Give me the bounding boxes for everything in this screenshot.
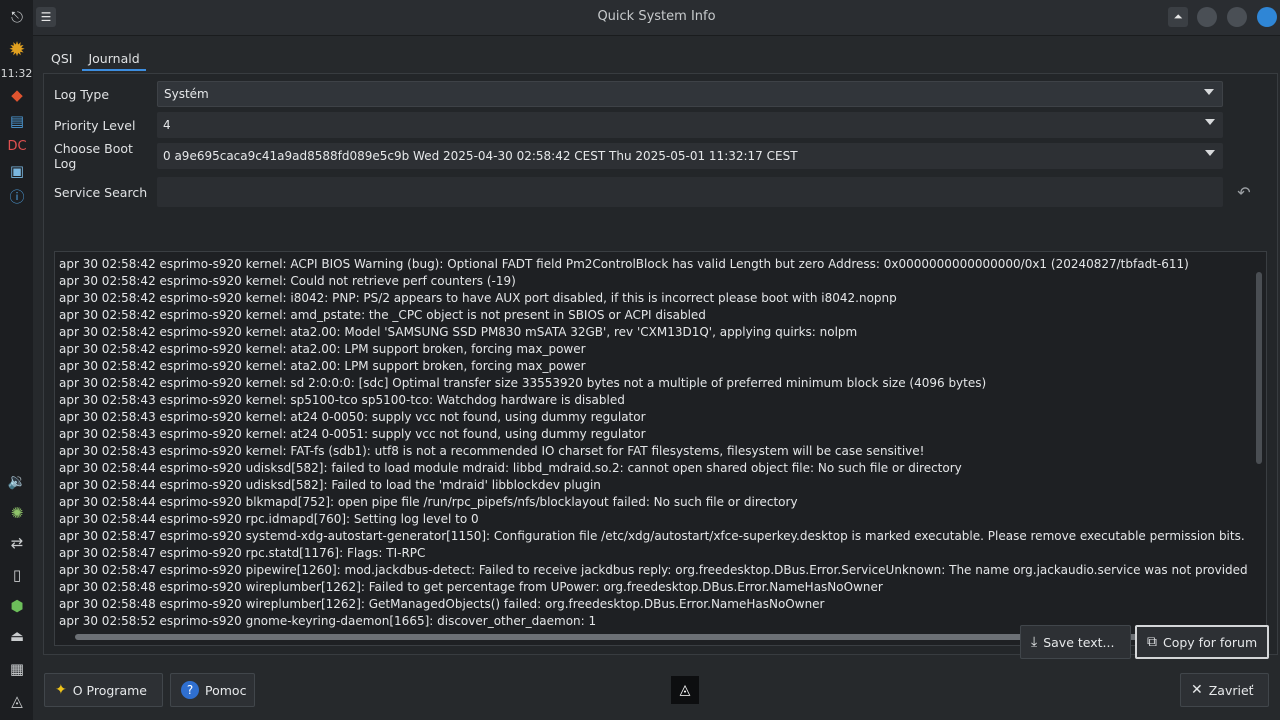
log-line: apr 30 02:58:42 esprimo-s920 kernel: sd … xyxy=(59,376,987,390)
log-line: apr 30 02:58:43 esprimo-s920 kernel: FAT… xyxy=(59,444,925,458)
log-line: apr 30 02:58:43 esprimo-s920 kernel: at2… xyxy=(59,427,646,441)
package-updater-icon[interactable]: ⬢ xyxy=(5,595,29,617)
log-line: apr 30 02:58:48 esprimo-s920 wireplumber… xyxy=(59,597,825,611)
about-button[interactable]: ✦ O Programe xyxy=(44,673,163,707)
window-titlebar: ☰ Quick System Info ⏶ xyxy=(33,0,1280,36)
help-icon: ? xyxy=(181,681,199,699)
save-text-label: Save text... xyxy=(1043,634,1115,650)
help-label: Pomoc xyxy=(205,682,247,698)
boot-log-row: Choose Boot Log xyxy=(54,141,159,171)
log-line: apr 30 02:58:44 esprimo-s920 rpc.idmapd[… xyxy=(59,512,479,526)
clear-search-icon[interactable]: ↶ xyxy=(1233,181,1255,203)
close-label: Zavrieť xyxy=(1208,682,1254,698)
log-lines: apr 30 02:58:42 esprimo-s920 kernel: ACP… xyxy=(59,256,1248,630)
minimize-button[interactable] xyxy=(1197,7,1217,27)
help-button[interactable]: ? Pomoc xyxy=(170,673,255,707)
copy-for-forum-button[interactable]: ⧉ Copy for forum xyxy=(1135,625,1269,659)
save-download-icon: ⤓ xyxy=(1031,634,1038,650)
priority-select[interactable]: 4 xyxy=(157,112,1223,138)
log-line: apr 30 02:58:43 esprimo-s920 kernel: at2… xyxy=(59,410,646,424)
service-search-row: Service Search xyxy=(54,177,159,207)
log-line: apr 30 02:58:42 esprimo-s920 kernel: amd… xyxy=(59,308,706,322)
star-icon: ✦ xyxy=(55,682,67,698)
log-line: apr 30 02:58:42 esprimo-s920 kernel: i80… xyxy=(59,291,897,305)
log-line: apr 30 02:58:44 esprimo-s920 blkmapd[752… xyxy=(59,495,798,509)
chevron-down-icon xyxy=(1205,150,1215,156)
service-search-label: Service Search xyxy=(54,184,148,200)
journal-log-view[interactable]: apr 30 02:58:42 esprimo-s920 kernel: ACP… xyxy=(54,251,1267,646)
priority-label: Priority Level xyxy=(54,117,136,133)
system-monitor-icon[interactable]: ▣ xyxy=(5,160,29,182)
vertical-scrollbar[interactable] xyxy=(1256,272,1262,464)
tab-qsi[interactable]: QSI xyxy=(45,49,78,71)
log-line: apr 30 02:58:44 esprimo-s920 udisksd[582… xyxy=(59,461,962,475)
weather-sun-icon[interactable]: ✹ xyxy=(5,37,29,61)
log-line: apr 30 02:58:42 esprimo-s920 kernel: ata… xyxy=(59,325,858,339)
clock[interactable]: 11:32 xyxy=(0,67,33,80)
settings-gear-icon[interactable]: ✺ xyxy=(5,502,29,524)
left-taskbar: ⎋ ✹ 11:32 ◆ ▤ DC ▣ ⓘ 🔉 ✺ ⇄ ▯ ⬢ ⏏ ▦ ◬ xyxy=(0,0,33,720)
copy-icon: ⧉ xyxy=(1147,634,1157,650)
double-commander-icon[interactable]: DC xyxy=(5,135,29,157)
close-window-button[interactable] xyxy=(1257,7,1277,27)
log-type-label: Log Type xyxy=(54,86,110,102)
mx-logo-icon[interactable]: ◬ xyxy=(5,690,29,712)
eject-icon[interactable]: ⏏ xyxy=(5,625,29,647)
info-icon[interactable]: ⓘ xyxy=(5,185,29,207)
chevron-down-icon xyxy=(1204,89,1214,95)
log-line: apr 30 02:58:43 esprimo-s920 kernel: sp5… xyxy=(59,393,625,407)
volume-icon[interactable]: 🔉 xyxy=(5,470,29,492)
log-line: apr 30 02:58:44 esprimo-s920 udisksd[582… xyxy=(59,478,601,492)
journald-panel: Log Type Systém Priority Level 4 Choose … xyxy=(43,73,1278,655)
network-icon[interactable]: ⇄ xyxy=(5,532,29,554)
log-line: apr 30 02:58:42 esprimo-s920 kernel: ata… xyxy=(59,342,586,356)
copy-for-forum-label: Copy for forum xyxy=(1163,634,1258,650)
tab-journald[interactable]: Journald xyxy=(82,49,146,71)
log-line: apr 30 02:58:47 esprimo-s920 rpc.statd[1… xyxy=(59,546,426,560)
save-text-button[interactable]: ⤓ Save text... xyxy=(1020,625,1131,659)
keep-above-button[interactable]: ⏶ xyxy=(1168,7,1188,27)
boot-log-label: Choose Boot Log xyxy=(54,141,133,171)
close-icon: ✕ xyxy=(1191,682,1203,698)
log-line: apr 30 02:58:47 esprimo-s920 pipewire[12… xyxy=(59,563,1248,577)
boot-log-value: 0 a9e695caca9c41a9ad8588fd089e5c9b Wed 2… xyxy=(163,149,798,163)
mx-linux-logo-icon: ◬ xyxy=(671,676,699,704)
main-content: QSI Journald Log Type Systém Priority Le… xyxy=(33,36,1280,720)
text-editor-icon[interactable]: ▤ xyxy=(5,110,29,132)
log-type-row: Log Type xyxy=(54,81,159,107)
exit-icon[interactable]: ⎋ xyxy=(5,6,29,28)
horizontal-scrollbar[interactable] xyxy=(75,634,1178,640)
close-button[interactable]: ✕ Zavrieť xyxy=(1180,673,1269,707)
tab-bar: QSI Journald xyxy=(45,49,150,71)
log-type-value: Systém xyxy=(164,87,209,101)
boot-log-select[interactable]: 0 a9e695caca9c41a9ad8588fd089e5c9b Wed 2… xyxy=(157,143,1223,169)
log-line: apr 30 02:58:42 esprimo-s920 kernel: ata… xyxy=(59,359,586,373)
chevron-down-icon xyxy=(1205,119,1215,125)
priority-row: Priority Level xyxy=(54,112,159,138)
window-title: Quick System Info xyxy=(597,9,716,24)
log-type-select[interactable]: Systém xyxy=(157,81,1223,107)
notes-icon[interactable]: ▦ xyxy=(5,658,29,680)
priority-value: 4 xyxy=(163,118,171,132)
about-label: O Programe xyxy=(72,682,147,698)
log-line: apr 30 02:58:42 esprimo-s920 kernel: Cou… xyxy=(59,274,516,288)
clipboard-icon[interactable]: ▯ xyxy=(5,564,29,586)
brave-browser-icon[interactable]: ◆ xyxy=(5,84,29,106)
log-line: apr 30 02:58:47 esprimo-s920 systemd-xdg… xyxy=(59,529,1248,543)
log-line: apr 30 02:58:42 esprimo-s920 kernel: ACP… xyxy=(59,257,1189,271)
maximize-button[interactable] xyxy=(1227,7,1247,27)
service-search-input[interactable] xyxy=(157,177,1223,207)
log-line: apr 30 02:58:48 esprimo-s920 wireplumber… xyxy=(59,580,883,594)
